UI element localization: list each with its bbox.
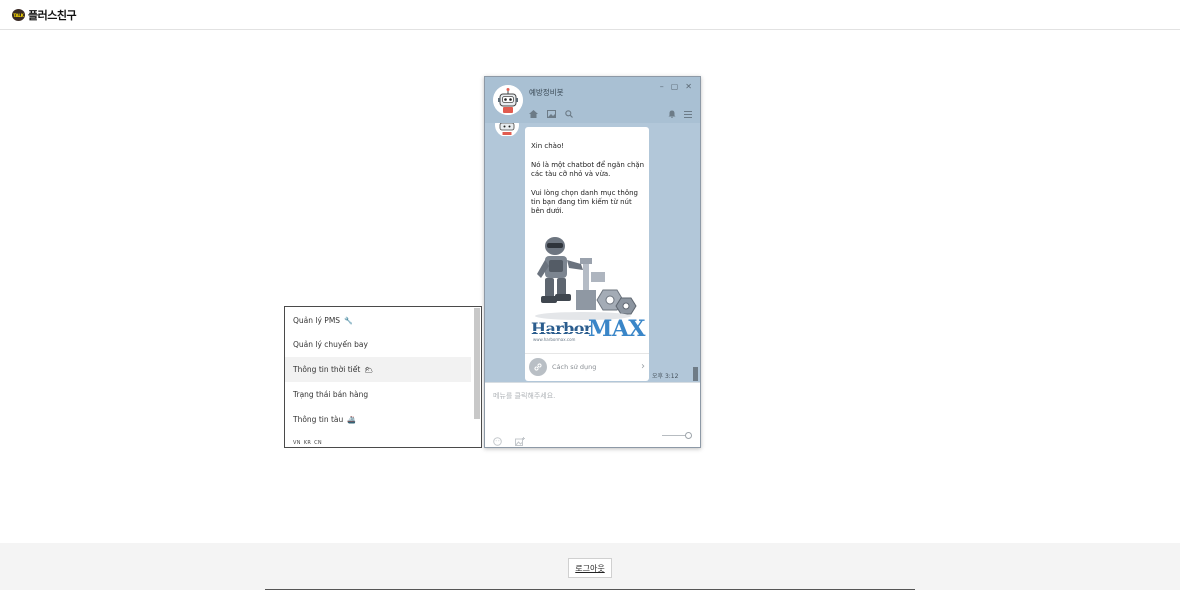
bot-name: 예방정비봇 — [529, 88, 564, 97]
bubble-divider — [525, 353, 649, 354]
chat-window: 예방정비봇 – ▢ ✕ Xin chào! Nó là một chatbot … — [484, 76, 701, 448]
usage-link-label: Cách sử dụng — [552, 363, 597, 371]
send-toggle-slider[interactable] — [662, 432, 692, 439]
brand[interactable]: TALK 플러스친구 — [12, 7, 77, 23]
message-bubble: Xin chào! Nó là một chatbot để ngăn chặn… — [525, 127, 649, 381]
robot-avatar-icon[interactable] — [493, 85, 523, 115]
wrench-icon: 🔧 — [344, 316, 353, 325]
robot-with-bolts-image — [533, 232, 643, 322]
maximize-icon[interactable]: ▢ — [671, 83, 679, 91]
usage-link-button[interactable]: Cách sử dụng › — [529, 356, 645, 378]
lang-option-cn[interactable]: CN — [314, 440, 322, 446]
top-bar: TALK 플러스친구 — [0, 0, 1180, 30]
menu-item-label: Trạng thái bán hàng — [293, 390, 369, 399]
menu-item-sales[interactable]: Trạng thái bán hàng — [285, 382, 471, 407]
search-icon[interactable] — [565, 103, 573, 122]
menu-item-label: Quản lý PMS — [293, 316, 341, 325]
instruction-text: Vui lòng chọn danh mục thông tin bạn đan… — [531, 189, 638, 215]
menu-item-weather[interactable]: Thông tin thời tiết 🌥 — [285, 357, 471, 382]
brand-name: 플러스친구 — [28, 9, 77, 22]
language-selector: VN KR CN — [293, 440, 322, 446]
cloud-icon: 🌥 — [364, 365, 374, 374]
logo-url-text: www.harbormax.com — [533, 337, 576, 342]
message-input-placeholder: 메뉴를 클릭해주세요. — [493, 392, 556, 400]
chat-scrollbar[interactable] — [693, 367, 698, 381]
lang-option-vn[interactable]: VN — [293, 440, 301, 446]
menu-item-label: Thông tin tàu — [293, 415, 344, 424]
minimize-icon[interactable]: – — [660, 83, 664, 91]
lang-option-kr[interactable]: KR — [304, 440, 311, 446]
home-icon[interactable] — [529, 103, 538, 122]
link-icon — [529, 358, 547, 376]
greeting-text: Xin chào! — [531, 142, 565, 150]
message-avatar-icon — [493, 122, 521, 136]
menu-item-pms[interactable]: Quản lý PMS 🔧 — [285, 308, 471, 333]
add-image-icon[interactable] — [515, 431, 525, 450]
ship-icon: 🚢 — [347, 415, 356, 424]
logout-button[interactable]: 로그아웃 — [568, 558, 612, 578]
menu-item-label: Quản lý chuyến bay — [293, 340, 368, 349]
menu-item-label: Thông tin thời tiết — [293, 365, 361, 374]
bell-icon[interactable] — [668, 103, 676, 122]
message-input-area[interactable]: 메뉴를 클릭해주세요. — [485, 382, 700, 447]
logo-harbor-text: Harbor — [531, 319, 592, 338]
menu-item-voyage[interactable]: Quản lý chuyến bay — [285, 332, 471, 357]
chevron-right-icon: › — [641, 361, 645, 372]
intro-text: Nó là một chatbot để ngăn chặn các tàu c… — [531, 161, 645, 178]
close-icon[interactable]: ✕ — [685, 83, 692, 91]
logo-max-text: MAX — [588, 316, 646, 342]
message-time: 오후 3:12 — [652, 373, 679, 380]
image-icon[interactable] — [547, 103, 556, 122]
talk-badge-icon: TALK — [12, 9, 25, 21]
menu-scrollbar[interactable] — [474, 308, 480, 419]
menu-popup: Quản lý PMS 🔧 Quản lý chuyến bay Thông t… — [284, 306, 482, 448]
emoji-icon[interactable] — [493, 431, 502, 450]
harbormax-logo: Harbor MAX www.harbormax.com — [531, 316, 646, 345]
menu-icon[interactable] — [684, 103, 692, 122]
chat-header: 예방정비봇 – ▢ ✕ — [485, 77, 700, 123]
menu-item-vessel[interactable]: Thông tin tàu 🚢 — [285, 407, 471, 432]
